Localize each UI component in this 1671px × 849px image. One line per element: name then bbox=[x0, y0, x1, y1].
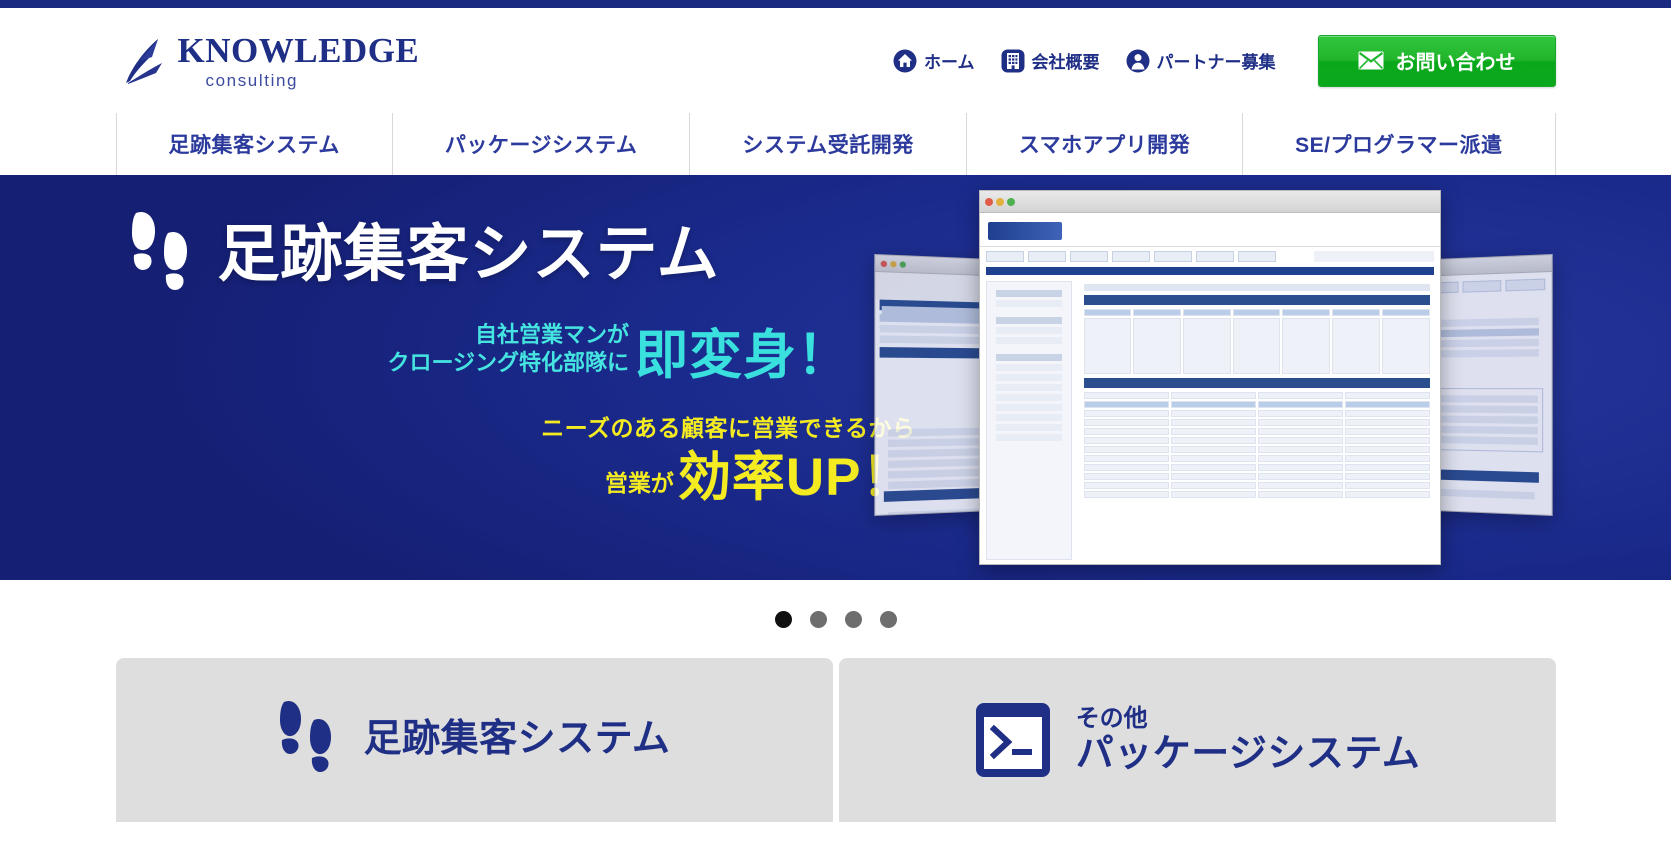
window-content bbox=[979, 213, 1440, 564]
main-nav-label: パッケージシステム bbox=[444, 134, 638, 157]
site-header: KNOWLEDGE consulting ホーム 会社概要 パートナー募集 お問… bbox=[0, 8, 1671, 113]
site-logo[interactable]: KNOWLEDGE consulting bbox=[116, 33, 420, 89]
hero-copy1-line2: クロージング特化部隊に bbox=[387, 349, 630, 375]
hero-copy2-line1: ニーズのある顧客に営業できるから bbox=[541, 415, 916, 441]
screenshot-window-main bbox=[978, 190, 1441, 565]
home-icon bbox=[893, 49, 917, 72]
carousel-dot-4[interactable] bbox=[879, 610, 897, 628]
minimize-icon bbox=[995, 197, 1004, 206]
main-nav-item-package[interactable]: パッケージシステム bbox=[391, 113, 689, 175]
main-nav-label: システム受託開発 bbox=[742, 134, 914, 157]
terminal-icon bbox=[975, 703, 1050, 777]
main-nav-item-se-haken[interactable]: SE/プログラマー派遣 bbox=[1242, 113, 1556, 175]
main-nav-item-ashiato[interactable]: 足跡集客システム bbox=[115, 113, 392, 175]
contact-button[interactable]: お問い合わせ bbox=[1317, 34, 1556, 87]
service-card-title: 足跡集客システム bbox=[363, 718, 671, 761]
top-accent-bar bbox=[0, 0, 1671, 8]
util-nav-partner-label: パートナー募集 bbox=[1156, 53, 1276, 72]
mail-icon bbox=[1358, 51, 1383, 70]
hero-title-group: 足跡集客システム bbox=[130, 207, 720, 303]
utility-nav: ホーム 会社概要 パートナー募集 お問い合わせ bbox=[893, 34, 1556, 87]
util-nav-company-label: 会社概要 bbox=[1031, 53, 1100, 72]
carousel-pagination bbox=[0, 580, 1671, 658]
minimize-icon bbox=[889, 260, 897, 267]
util-nav-partner[interactable]: パートナー募集 bbox=[1126, 48, 1276, 73]
logo-subtitle: consulting bbox=[205, 70, 299, 90]
carousel-dot-1[interactable] bbox=[774, 610, 792, 628]
hero-copy1-highlight: 即変身！ bbox=[635, 326, 852, 386]
main-nav-item-smartphone[interactable]: スマホアプリ開発 bbox=[965, 113, 1242, 175]
hero-copy-primary: 自社営業マンが クロージング特化部隊に 即変身！ bbox=[388, 321, 852, 382]
building-icon bbox=[1001, 49, 1024, 72]
service-card-title: パッケージシステム bbox=[1075, 732, 1421, 775]
footprints-icon bbox=[131, 211, 187, 290]
maximize-icon bbox=[899, 260, 906, 268]
window-titlebar bbox=[979, 191, 1440, 213]
logo-title: KNOWLEDGE bbox=[177, 30, 420, 70]
hero-title: 足跡集客システム bbox=[217, 220, 720, 289]
hero-copy2-prefix: 営業が bbox=[604, 469, 674, 496]
maximize-icon bbox=[1006, 197, 1015, 206]
hero-carousel-slide[interactable]: 足跡集客システム 自社営業マンが クロージング特化部隊に 即変身！ ニーズのある… bbox=[0, 175, 1671, 580]
hero-copy-secondary: ニーズのある顧客に営業できるから 営業が 効率UP！ bbox=[416, 415, 916, 504]
service-card-subtitle: その他 bbox=[1075, 704, 1148, 732]
contact-button-label: お問い合わせ bbox=[1395, 52, 1516, 74]
main-nav-item-jutaku[interactable]: システム受託開発 bbox=[689, 113, 965, 175]
main-nav-label: SE/プログラマー派遣 bbox=[1295, 134, 1503, 157]
hero-screenshot-montage bbox=[873, 175, 1556, 580]
person-icon bbox=[1126, 49, 1149, 72]
carousel-dot-2[interactable] bbox=[809, 610, 827, 628]
main-nav-label: スマホアプリ開発 bbox=[1018, 134, 1191, 157]
util-nav-home[interactable]: ホーム bbox=[893, 48, 975, 73]
service-card-package[interactable]: その他 パッケージシステム bbox=[838, 658, 1556, 822]
carousel-dot-3[interactable] bbox=[844, 610, 862, 628]
service-card-list: 足跡集客システム その他 パッケージシステム bbox=[115, 658, 1556, 822]
knowledge-arrow-logo-icon bbox=[125, 38, 162, 84]
close-icon bbox=[880, 260, 887, 267]
main-nav-bar: 足跡集客システム パッケージシステム システム受託開発 スマホアプリ開発 SE/… bbox=[0, 113, 1671, 175]
main-nav-label: 足跡集客システム bbox=[168, 134, 340, 157]
close-icon bbox=[984, 197, 993, 206]
hero-copy1-line1: 自社営業マンが bbox=[475, 322, 630, 347]
service-card-ashiato[interactable]: 足跡集客システム bbox=[115, 658, 833, 822]
footprints-icon bbox=[279, 700, 331, 772]
util-nav-company[interactable]: 会社概要 bbox=[1001, 48, 1100, 73]
util-nav-home-label: ホーム bbox=[924, 53, 975, 72]
main-nav: 足跡集客システム パッケージシステム システム受託開発 スマホアプリ開発 SE/… bbox=[115, 113, 1556, 175]
